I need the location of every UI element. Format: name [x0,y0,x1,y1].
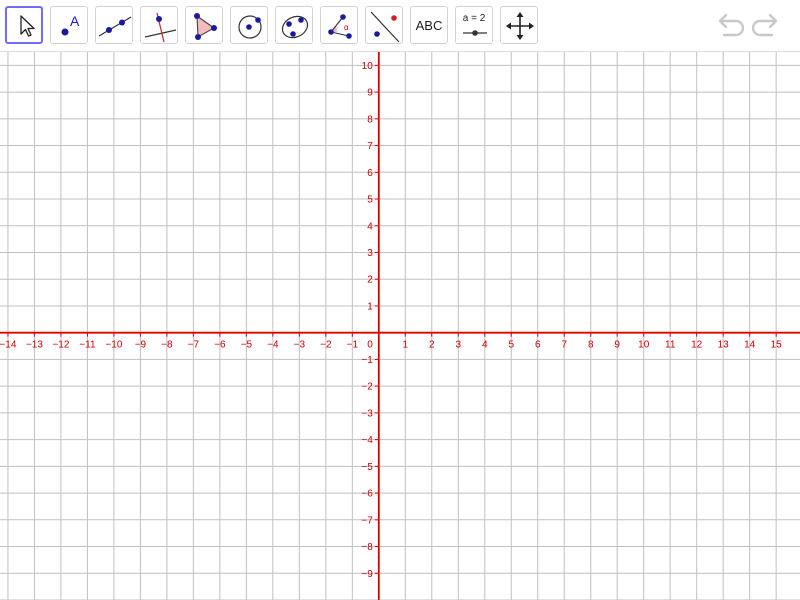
graphics-view[interactable]: −14 −13 −12 −11 −10 −9 −8 −7 −6 −5 −4 −3 −2 −1 1 2 3 4 5 6 7… [0,52,800,600]
y-tick-label: −1 [361,355,373,366]
cursor-arrow-icon [20,15,35,37]
reflect-tool-button[interactable] [365,6,403,44]
reflect-about-line-icon [370,11,400,43]
move-tool-button[interactable] [5,6,43,44]
angle-tool-label: α [344,23,349,32]
x-tick-label: −7 [188,340,200,351]
x-tick-label: 8 [588,340,594,351]
conic-tool-button[interactable] [275,6,313,44]
x-tick-label: 12 [691,340,703,351]
x-tick-label: 3 [455,340,461,351]
x-tick-label: 10 [638,340,650,351]
polygon-tool-button[interactable] [185,6,223,44]
x-tick-label: 6 [535,340,541,351]
x-tick-label: −1 [347,340,359,351]
polygon-icon [194,13,217,40]
x-tick-label: −6 [214,340,226,351]
y-tick-label: 5 [367,195,373,206]
x-tick-label: −11 [79,340,96,351]
y-tick-label: −6 [361,489,373,500]
y-tick-label: −3 [361,408,373,419]
x-tick-label: 7 [561,340,567,351]
toolbar: A α ABC a = 2 [0,0,800,52]
y-tick-label: 6 [367,168,373,179]
angle-tool-button[interactable]: α [320,6,358,44]
x-tick-label: 15 [771,340,783,351]
y-tick-label: 2 [367,275,373,286]
perpendicular-line-tool-button[interactable] [140,6,178,44]
x-tick-label: −2 [320,340,332,351]
slider-icon [463,30,487,36]
x-tick-label: 9 [614,340,620,351]
x-tick-label: −9 [135,340,147,351]
y-tick-label: 3 [367,248,373,259]
y-tick-label: 1 [367,301,373,312]
slider-tool-button[interactable]: a = 2 [455,6,493,44]
origin-label: 0 [367,340,373,351]
x-tick-label: 13 [718,340,730,351]
y-tick-label: −4 [361,435,373,446]
text-tool-button[interactable]: ABC [410,6,448,44]
y-tick-label: −7 [361,515,373,526]
x-tick-label: −14 [0,340,17,351]
y-tick-label: −5 [361,462,373,473]
x-tick-label: 2 [429,340,435,351]
x-tick-label: −10 [105,340,122,351]
move-arrows-icon [506,12,534,40]
line-through-points-icon [98,16,132,37]
point-icon: A [61,13,80,36]
x-tick-label: −3 [294,340,306,351]
y-tick-label: 4 [367,221,373,232]
point-tool-button[interactable]: A [50,6,88,44]
x-tick-label: 4 [482,340,488,351]
y-tick-label: 7 [367,141,373,152]
x-tick-label: −13 [26,340,43,351]
x-tick-label: 5 [508,340,514,351]
perpendicular-line-icon [144,12,177,43]
x-tick-label: 14 [744,340,756,351]
text-tool-label: ABC [415,17,443,33]
redo-icon[interactable] [752,10,784,42]
x-tick-label: −5 [241,340,253,351]
point-tool-label: A [70,13,80,29]
x-tick-label: −4 [267,340,279,351]
angle-icon: α [328,14,352,39]
move-graphics-view-tool-button[interactable] [500,6,538,44]
y-tick-label: −2 [361,382,373,393]
x-tick-label: 1 [403,340,409,351]
y-tick-label: 8 [367,114,373,125]
ellipse-icon [281,15,309,39]
x-tick-label: −12 [52,340,69,351]
y-tick-label: −8 [361,542,373,553]
undo-icon[interactable] [712,10,744,42]
y-tick-label: −9 [361,569,373,580]
circle-center-point-icon [238,15,262,39]
y-tick-label: 9 [367,88,373,99]
x-tick-label: −8 [161,340,173,351]
circle-tool-button[interactable] [230,6,268,44]
x-tick-label: 11 [665,340,676,351]
y-tick-label: 10 [362,61,374,72]
line-tool-button[interactable] [95,6,133,44]
